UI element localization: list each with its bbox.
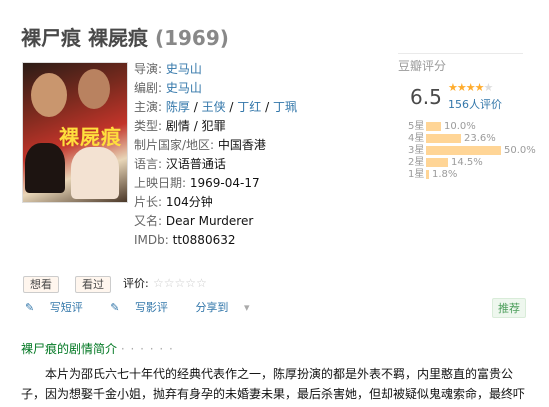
release-value: 1969-04-17 (189, 176, 260, 190)
cast-link-2[interactable]: 王侠 (202, 100, 226, 114)
cast-link-4[interactable]: 丁珮 (273, 100, 297, 114)
rating-bar (426, 145, 501, 155)
rating-bar-label: 3星 (408, 145, 425, 156)
rating-distribution: 5星 10.0% 4星 23.6% 3星 50.0% 2星 14.5% 1星 1.8% (408, 121, 536, 181)
empty-star-icon[interactable]: ☆ (185, 276, 196, 290)
rating-bar-label: 4星 (408, 133, 425, 144)
synopsis-dots: · · · · · · (120, 342, 174, 356)
rating-box: 豆瓣评分 6.5 ★★★★★ 156人评价 (398, 53, 528, 111)
runtime-value: 104分钟 (165, 195, 213, 209)
want-to-watch-button[interactable]: 想看 (23, 276, 59, 293)
rating-bar-row: 1星 1.8% (408, 169, 536, 181)
synopsis-heading: 裸尸痕的剧情简介 · · · · · · (21, 340, 174, 357)
rating-bar (426, 133, 461, 143)
watched-button[interactable]: 看过 (75, 276, 111, 293)
writer-link[interactable]: 史马山 (166, 81, 202, 95)
rating-bar-percent: 23.6% (464, 133, 496, 144)
movie-title: 裸尸痕 裸屍痕 (21, 26, 148, 50)
rating-bar-label: 2星 (408, 157, 425, 168)
share-link[interactable]: 分享到 ▾ (195, 301, 261, 314)
star-icon: ★★★ (448, 81, 476, 94)
share-label: 分享到 (195, 301, 229, 314)
runtime-label: 片长: (134, 195, 163, 209)
director-link[interactable]: 史马山 (166, 62, 202, 76)
page-title: 裸尸痕 裸屍痕 (1969) (21, 22, 229, 51)
rate-stars-input[interactable]: ☆☆☆☆☆ (153, 276, 207, 291)
rating-bar-label: 1星 (408, 169, 425, 180)
language-value: 汉语普通话 (165, 157, 226, 171)
recommend-button[interactable]: 推荐 (492, 298, 526, 318)
rating-bar-row: 3星 50.0% (408, 145, 536, 157)
rating-divider (398, 53, 523, 54)
cast-label: 主演: (134, 100, 163, 114)
rating-count-link[interactable]: 156人评价 (448, 96, 502, 112)
rating-bar-percent: 10.0% (444, 121, 476, 132)
empty-star-icon[interactable]: ☆ (196, 276, 207, 290)
language-label: 语言: (134, 157, 163, 171)
rating-bar-row: 2星 14.5% (408, 157, 536, 169)
pencil-icon: ✎ (25, 301, 35, 314)
country-value: 中国香港 (217, 138, 266, 152)
synopsis-title: 裸尸痕的剧情简介 (21, 342, 118, 356)
release-label: 上映日期: (134, 176, 187, 190)
movie-poster[interactable]: 裸屍痕 (22, 62, 128, 203)
rating-bar (426, 121, 441, 131)
imdb-value: tt0880632 (172, 233, 236, 247)
write-review-link[interactable]: ✎ 写影评 (110, 301, 180, 314)
rating-score: 6.5 (410, 85, 442, 109)
synopsis-text: 本片为邵氏六七十年代的经典代表作之一，陈厚扮演的都是外表不羁，内里憨直的富贵公子… (21, 367, 526, 401)
empty-star-icon[interactable]: ☆ (153, 276, 164, 290)
cast-link-3[interactable]: 丁红 (237, 100, 261, 114)
empty-star-icon[interactable]: ☆ (175, 276, 186, 290)
aka-label: 又名: (134, 214, 163, 228)
rating-bar-percent: 1.8% (432, 169, 458, 180)
writer-label: 编剧: (134, 81, 163, 95)
chevron-down-icon: ▾ (243, 301, 250, 314)
rating-bar (426, 157, 448, 167)
rating-bar-row: 5星 10.0% (408, 121, 536, 133)
imdb-label: IMDb: (134, 233, 169, 247)
director-label: 导演: (134, 62, 163, 76)
rating-bar-percent: 50.0% (504, 145, 536, 156)
rating-bar-row: 4星 23.6% (408, 133, 536, 145)
write-short-review-label: 写短评 (49, 301, 83, 314)
empty-star-icon: ★ (483, 81, 493, 94)
rating-bar-percent: 14.5% (451, 157, 483, 168)
action-links: ✎ 写短评 ✎ 写影评 分享到 ▾ (25, 299, 273, 315)
country-label: 制片国家/地区: (134, 138, 215, 152)
poster-text: 裸屍痕 (59, 125, 122, 149)
movie-year: (1969) (154, 26, 229, 50)
rate-label: 评价: (123, 277, 149, 290)
rating-stars: ★★★★★ (448, 81, 493, 94)
movie-info: 导演: 史马山 编剧: 史马山 主演: 陈厚 / 王侠 / 丁红 / 丁珮 类型… (134, 62, 297, 247)
genre-label: 类型: (134, 119, 163, 133)
write-review-label: 写影评 (134, 301, 168, 314)
rating-bar-label: 5星 (408, 121, 425, 132)
rating-bar (426, 169, 429, 179)
write-short-review-link[interactable]: ✎ 写短评 (25, 301, 95, 314)
genre-2: 犯罪 (201, 119, 226, 133)
rating-title: 豆瓣评分 (398, 59, 447, 73)
empty-star-icon[interactable]: ☆ (164, 276, 175, 290)
genre-1: 剧情 (165, 119, 190, 133)
aka-value: Dear Murderer (165, 214, 254, 228)
cast-link-1[interactable]: 陈厚 (166, 100, 190, 114)
pencil-icon: ✎ (110, 301, 120, 314)
